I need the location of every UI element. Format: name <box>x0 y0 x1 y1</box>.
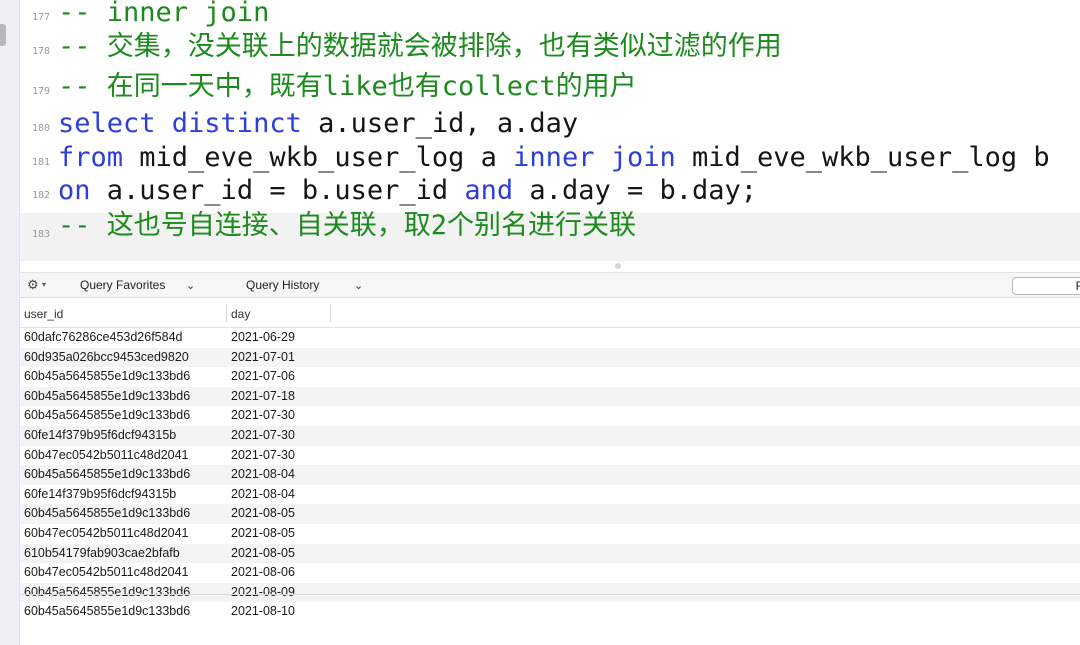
line-number: 178 <box>31 46 50 57</box>
sql-comment: -- 交集，没关联上的数据就会被排除，也有类似过滤的作用 <box>58 31 782 62</box>
cell-day: 2021-07-01 <box>231 349 295 364</box>
gear-icon[interactable]: ⚙ <box>27 277 39 293</box>
code-text: -- 交集，没关联上的数据就会被排除，也有类似过滤的作用 <box>58 30 782 64</box>
run-button[interactable]: Ru <box>1012 277 1080 295</box>
code-line[interactable]: 182 on a.user_id = b.user_id and a.day = … <box>20 175 1080 212</box>
sql-keyword: on <box>58 175 91 206</box>
table-row[interactable]: 60b45a5645855e1d9c133bd6 2021-08-10 <box>20 602 1080 622</box>
sql-keyword: inner join <box>513 142 676 173</box>
table-row[interactable]: 60b45a5645855e1d9c133bd6 2021-07-30 <box>20 406 1080 426</box>
table-row[interactable]: 60b47ec0542b5011c48d2041 2021-08-05 <box>20 524 1080 544</box>
row-divider <box>20 594 1080 595</box>
cell-day: 2021-07-06 <box>231 369 295 384</box>
table-row[interactable]: 60fe14f379b95f6dcf94315b 2021-08-04 <box>20 485 1080 505</box>
cell-user-id: 60b45a5645855e1d9c133bd6 <box>24 369 191 384</box>
split-view-handle[interactable] <box>615 263 621 269</box>
query-favorites-button[interactable]: Query Favorites <box>80 278 165 292</box>
cell-day: 2021-06-29 <box>231 330 295 344</box>
code-text: -- 这也号自连接、自关联，取2个别名进行关联 <box>58 209 636 243</box>
cell-user-id: 60fe14f379b95f6dcf94315b <box>24 486 177 501</box>
results-header-row: user_id day <box>20 298 1080 328</box>
sql-text: mid_eve_wkb_user_log b <box>675 142 1050 173</box>
table-row[interactable]: 60b45a5645855e1d9c133bd6 2021-08-05 <box>20 504 1080 524</box>
chevron-down-icon[interactable]: ⌄ <box>186 279 195 292</box>
cell-day: 2021-08-06 <box>231 565 295 580</box>
line-number: 179 <box>31 86 50 97</box>
cell-user-id: 60fe14f379b95f6dcf94315b <box>24 428 177 442</box>
results-table: user_id day 60dafc76286ce453d26f584d 2021… <box>20 298 1080 645</box>
table-row[interactable]: 60b45a5645855e1d9c133bd6 2021-08-04 <box>20 465 1080 485</box>
sql-text: mid_eve_wkb_user_log a <box>123 142 514 173</box>
sql-text: a.day = b.day; <box>513 175 758 206</box>
sql-text: a.user_id, a.day <box>301 108 579 139</box>
column-divider[interactable] <box>226 304 227 322</box>
table-row[interactable]: 60d935a026bcc9453ced9820 2021-07-01 <box>20 347 1080 368</box>
code-text: on a.user_id = b.user_id and a.day = b.d… <box>58 174 757 208</box>
code-line[interactable]: 177 -- inner join <box>20 0 1080 34</box>
line-number: 181 <box>31 157 50 168</box>
line-number: 182 <box>31 190 50 201</box>
line-number: 183 <box>31 229 50 240</box>
cell-day: 2021-08-09 <box>231 584 295 599</box>
sql-comment: -- 在同一天中，既有like也有collect的用户 <box>58 71 637 102</box>
cell-day: 2021-08-05 <box>231 506 295 521</box>
query-window: 177 -- inner join 178 -- 交集，没关联上的数据就会被排除，也有… <box>0 0 1080 645</box>
table-row[interactable]: 60b45a5645855e1d9c133bd6 2021-07-18 <box>20 386 1080 407</box>
table-row[interactable]: 60dafc76286ce453d26f584d 2021-06-29 <box>20 328 1080 348</box>
cell-day: 2021-08-05 <box>231 526 295 540</box>
sidebar-collapse-handle[interactable] <box>0 24 6 46</box>
sql-keyword: select distinct <box>58 108 302 139</box>
cell-user-id: 60b45a5645855e1d9c133bd6 <box>24 584 191 599</box>
cell-user-id: 60b47ec0542b5011c48d2041 <box>24 526 189 540</box>
cell-user-id: 60dafc76286ce453d26f584d <box>24 330 183 344</box>
column-divider[interactable] <box>330 304 331 322</box>
table-row[interactable]: 60b47ec0542b5011c48d2041 2021-08-06 <box>20 563 1080 583</box>
cell-day: 2021-07-30 <box>231 447 295 462</box>
line-number: 180 <box>31 123 50 134</box>
table-row[interactable]: 60fe14f379b95f6dcf94315b 2021-07-30 <box>20 426 1080 446</box>
sql-keyword: and <box>464 175 514 206</box>
run-button-label: Ru <box>1076 279 1080 293</box>
cell-day: 2021-08-10 <box>231 604 295 619</box>
code-line[interactable]: 180 select distinct a.user_id, a.day <box>20 108 1080 145</box>
code-line[interactable]: 183 -- 这也号自连接、自关联，取2个别名进行关联 <box>20 210 1080 261</box>
sql-comment: -- inner join <box>58 0 270 28</box>
cell-user-id: 60b45a5645855e1d9c133bd6 <box>24 388 191 403</box>
cell-user-id: 60b45a5645855e1d9c133bd6 <box>24 408 191 423</box>
cell-day: 2021-07-30 <box>231 408 295 423</box>
table-row[interactable]: 60b47ec0542b5011c48d2041 2021-07-30 <box>20 446 1080 466</box>
cell-user-id: 60b45a5645855e1d9c133bd6 <box>24 604 191 619</box>
table-row[interactable]: 60b45a5645855e1d9c133bd6 2021-08-09 <box>20 582 1080 603</box>
sql-editor[interactable]: 177 -- inner join 178 -- 交集，没关联上的数据就会被排除，也有… <box>20 0 1080 262</box>
code-text: from mid_eve_wkb_user_log a inner join m… <box>58 141 1050 175</box>
sql-text: a.user_id = b.user_id <box>90 175 465 206</box>
code-text: -- 在同一天中，既有like也有collect的用户 <box>58 70 637 104</box>
line-number: 177 <box>31 12 50 23</box>
cell-user-id: 60d935a026bcc9453ced9820 <box>24 349 189 364</box>
left-sidebar-strip <box>0 0 20 645</box>
code-text: select distinct a.user_id, a.day <box>58 107 578 141</box>
cell-user-id: 610b54179fab903cae2bfafb <box>24 545 180 560</box>
table-row[interactable]: 60b45a5645855e1d9c133bd6 2021-07-06 <box>20 367 1080 387</box>
cell-user-id: 60b47ec0542b5011c48d2041 <box>24 565 189 580</box>
cell-user-id: 60b45a5645855e1d9c133bd6 <box>24 506 191 521</box>
chevron-down-icon[interactable]: ⌄ <box>354 279 363 292</box>
cell-user-id: 60b45a5645855e1d9c133bd6 <box>24 467 191 482</box>
query-toolbar: ⚙ ▾ Query Favorites ⌄ Query History ⌄ Ru <box>20 272 1080 298</box>
sql-comment: -- 这也号自连接、自关联，取2个别名进行关联 <box>58 210 637 241</box>
cell-day: 2021-08-04 <box>231 467 295 482</box>
code-line[interactable]: 179 -- 在同一天中，既有like也有collect的用户 <box>20 71 1080 108</box>
table-row[interactable]: 610b54179fab903cae2bfafb 2021-08-05 <box>20 543 1080 564</box>
code-line[interactable]: 178 -- 交集，没关联上的数据就会被排除，也有类似过滤的作用 <box>20 31 1080 68</box>
cell-day: 2021-07-30 <box>231 428 295 442</box>
chevron-down-icon[interactable]: ▾ <box>42 280 46 289</box>
cell-day: 2021-08-05 <box>231 545 295 560</box>
sql-keyword: from <box>58 142 124 173</box>
cell-user-id: 60b47ec0542b5011c48d2041 <box>24 447 189 462</box>
cell-day: 2021-08-04 <box>231 486 295 501</box>
code-text: -- inner join <box>58 0 269 30</box>
cell-day: 2021-07-18 <box>231 388 295 403</box>
query-history-button[interactable]: Query History <box>246 278 319 292</box>
